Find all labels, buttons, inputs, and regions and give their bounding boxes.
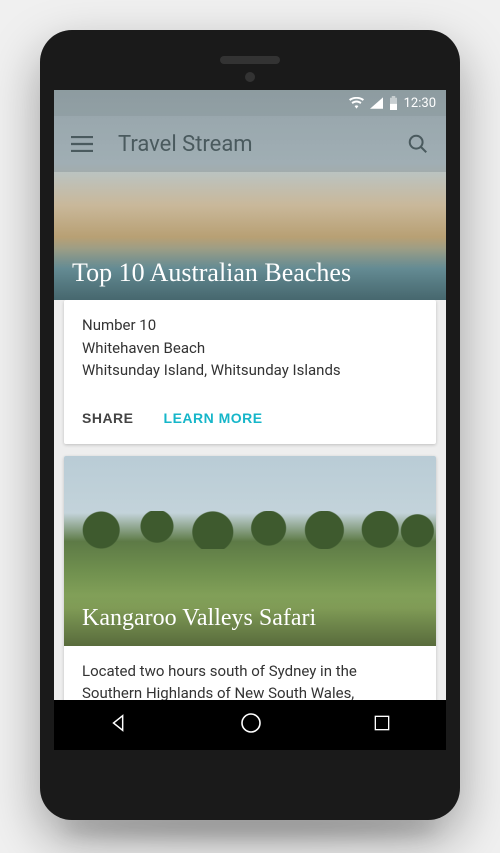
card-actions: SHARE LEARN MORE (64, 396, 436, 444)
card-body-line: Whitsunday Island, Whitsunday Islands (82, 359, 418, 382)
card-body-line: Number 10 (82, 314, 418, 337)
back-icon[interactable] (108, 712, 130, 738)
phone-frame: 12:30 Travel Stream Top 10 Australian Be… (40, 30, 460, 820)
phone-speaker (220, 56, 280, 64)
card-body-line: Whitehaven Beach (82, 337, 418, 360)
phone-camera (245, 72, 255, 82)
wifi-icon (349, 97, 364, 109)
search-icon[interactable] (404, 130, 432, 158)
cell-signal-icon (370, 97, 383, 109)
app-bar: Travel Stream (54, 116, 446, 172)
card-image: Kangaroo Valleys Safari (64, 456, 436, 646)
trees-decoration (64, 511, 436, 549)
card-title: Top 10 Australian Beaches (54, 248, 446, 300)
card-image: 12:30 Travel Stream Top 10 Australian Be… (54, 90, 446, 300)
menu-icon[interactable] (68, 130, 96, 158)
share-button[interactable]: SHARE (76, 404, 140, 432)
card-body: Number 10 Whitehaven Beach Whitsunday Is… (64, 300, 436, 396)
recents-icon[interactable] (372, 713, 392, 737)
card-title: Kangaroo Valleys Safari (64, 595, 436, 646)
home-icon[interactable] (239, 711, 263, 739)
learn-more-button[interactable]: LEARN MORE (158, 404, 269, 432)
screen: 12:30 Travel Stream Top 10 Australian Be… (54, 90, 446, 750)
card: Number 10 Whitehaven Beach Whitsunday Is… (64, 300, 436, 444)
battery-icon (389, 96, 398, 110)
status-time: 12:30 (404, 96, 436, 111)
app-title: Travel Stream (118, 132, 382, 157)
status-bar: 12:30 (54, 90, 446, 116)
android-nav-bar (54, 700, 446, 750)
